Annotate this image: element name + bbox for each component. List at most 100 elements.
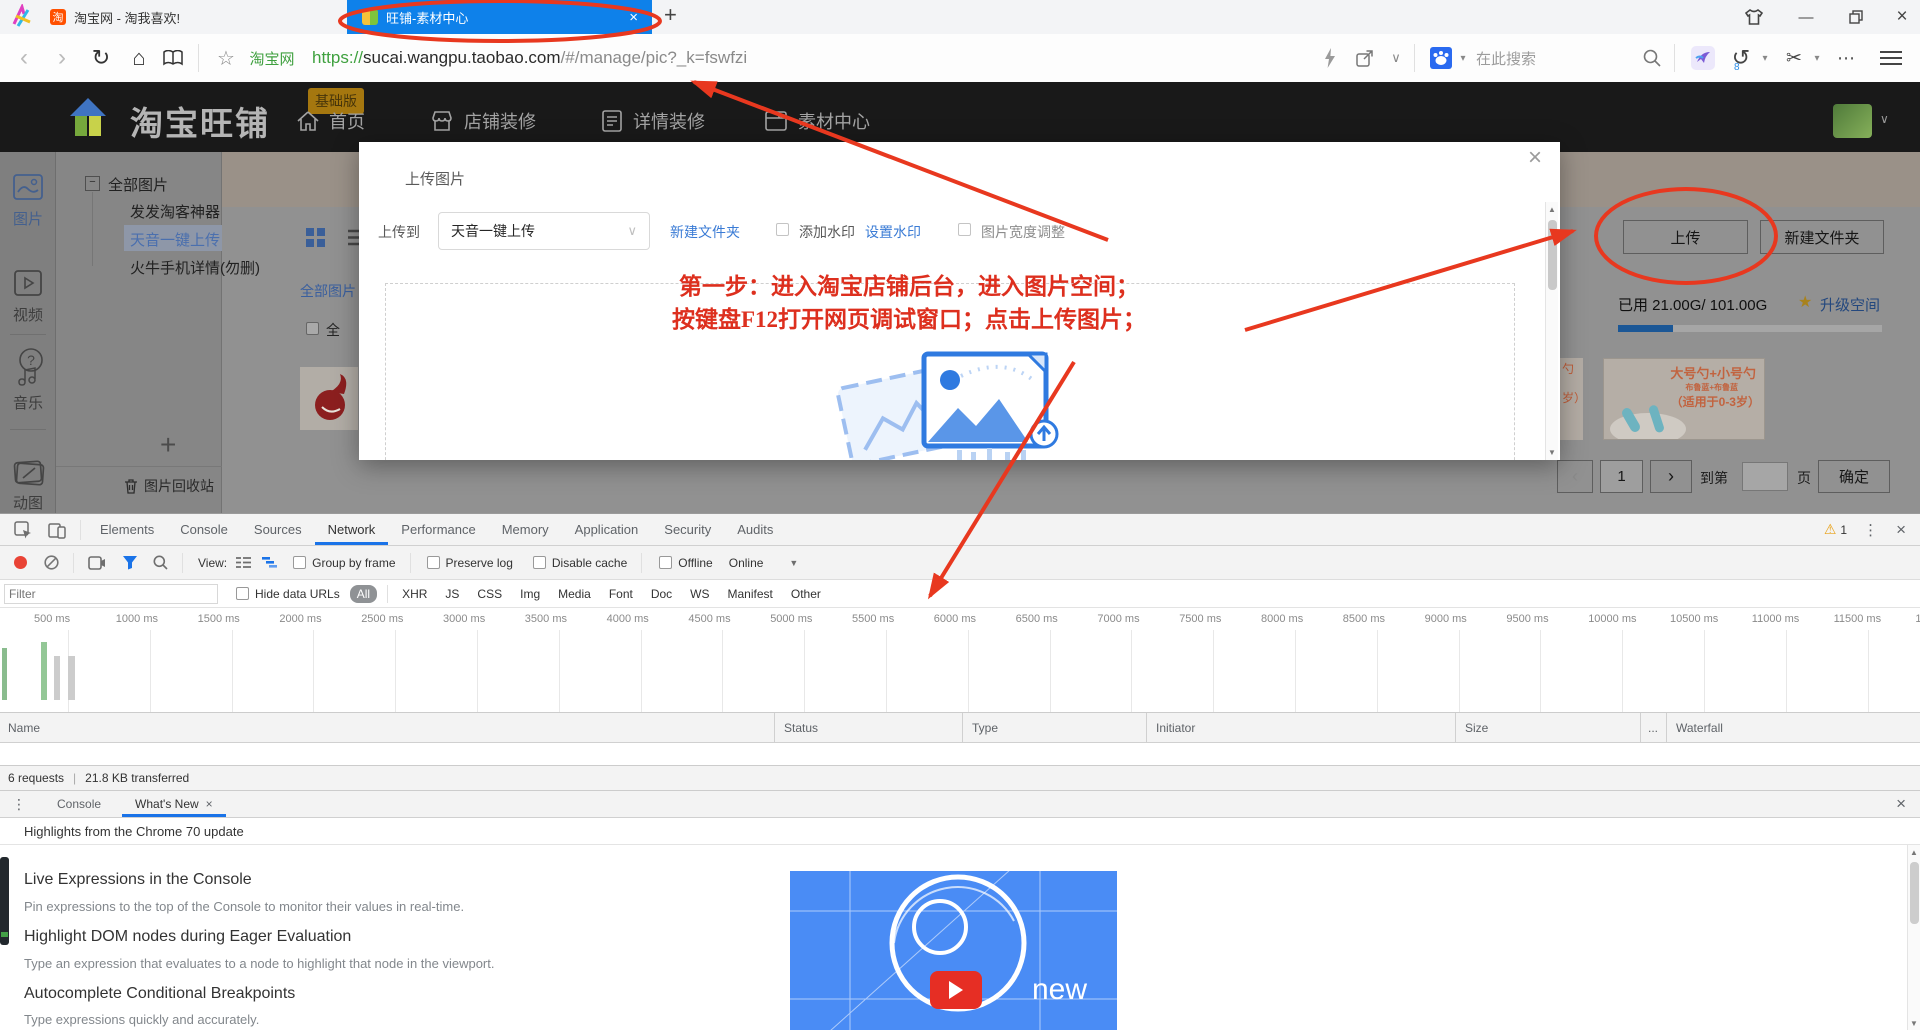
whats-new-item-title[interactable]: Highlight DOM nodes during Eager Evaluat… [24,928,351,946]
disable-cache-checkbox[interactable] [533,556,546,569]
tab-elements[interactable]: Elements [87,514,167,545]
grid-view-icon[interactable] [306,228,325,247]
upgrade-space-link[interactable]: 升级空间 [1820,294,1880,315]
search-input[interactable]: 在此搜索 [1476,34,1626,82]
search-go-icon[interactable] [1638,34,1666,82]
whats-new-item-title[interactable]: Live Expressions in the Console [24,871,252,889]
pager-next-button[interactable]: › [1650,460,1692,493]
filter-type[interactable]: Doc [651,587,672,601]
offline-checkbox[interactable] [659,556,672,569]
main-menu-icon[interactable] [1874,34,1908,82]
col-waterfall[interactable]: Waterfall [1676,713,1723,742]
drawer-tab-console[interactable]: Console [44,791,114,817]
filter-type[interactable]: Font [609,587,633,601]
drawer-menu-icon[interactable]: ⋮ [12,796,26,813]
scissors-chevron-icon[interactable]: ▾ [1810,34,1824,82]
scroll-down-icon[interactable]: ▼ [1908,1019,1920,1028]
video-thumbnail[interactable]: new [790,871,1117,1030]
add-folder-button[interactable]: + [160,429,176,461]
tree-folder-active[interactable]: 天音一键上传 [130,229,220,250]
tree-root[interactable]: 全部图片 [108,174,168,195]
search-requests-icon[interactable] [153,555,168,570]
rail-item-music[interactable]: ? 音乐 [0,348,56,413]
drawer-close-icon[interactable]: × [1896,794,1906,814]
tab-network[interactable]: Network [315,514,389,545]
clear-button[interactable] [44,555,59,570]
minimize-button[interactable]: — [1786,0,1826,34]
pager-page-1[interactable]: 1 [1600,460,1643,493]
avatar[interactable] [1833,104,1872,138]
thumbnail-swan[interactable] [300,367,358,430]
view-waterfall-icon[interactable] [262,556,277,569]
product-card[interactable]: 大号勺+小号勺 布鲁蓝+布鲁蓝 （适用于0-3岁） [1603,358,1765,440]
watermark-checkbox[interactable] [776,223,789,236]
devtools-menu-icon[interactable]: ⋮ [1863,521,1878,539]
device-toolbar-icon[interactable] [40,521,74,539]
select-all-checkbox[interactable] [306,322,319,335]
pager-prev-button[interactable]: ‹ [1557,460,1593,493]
tab-sucai-center[interactable]: 旺铺-素材中心 × [347,0,652,34]
bookmark-star-icon[interactable]: ☆ [212,34,240,82]
tab-sources[interactable]: Sources [241,514,315,545]
view-list-icon[interactable] [236,556,251,569]
tab-security[interactable]: Security [651,514,724,545]
site-bookmark-label[interactable]: 淘宝网 [244,34,300,82]
filter-type[interactable]: XHR [402,587,427,601]
scroll-thumb[interactable] [1548,220,1557,290]
tree-folder[interactable]: 发发淘客神器 [130,201,220,222]
filter-type[interactable]: WS [690,587,709,601]
scroll-up-icon[interactable]: ▲ [1546,205,1558,214]
skin-button[interactable] [1734,0,1774,34]
tab-close-icon[interactable]: × [629,9,638,26]
col-more[interactable]: ... [1648,713,1658,742]
home-button[interactable]: ⌂ [124,34,154,82]
share-icon[interactable] [1352,34,1378,82]
avatar-chevron-icon[interactable]: ∨ [1880,112,1889,126]
scroll-down-icon[interactable]: ▼ [1546,448,1558,457]
throttling-chevron-icon[interactable]: ▼ [789,558,798,568]
filter-type[interactable]: Media [558,587,591,601]
whats-new-scrollbar[interactable]: ▲ ▼ [1907,845,1920,1030]
record-button[interactable] [14,556,27,569]
play-button-icon[interactable] [930,971,982,1009]
url-text[interactable]: https://sucai.wangpu.taobao.com/#/manage… [312,34,1012,82]
screenshot-scissors-icon[interactable]: ✂ [1780,34,1808,82]
flash-icon[interactable] [1318,34,1342,82]
drawer-tab-close-icon[interactable]: × [206,797,213,811]
nav-home[interactable]: 首页 [296,108,365,134]
undo-chevron-icon[interactable]: ▾ [1758,34,1772,82]
share-chevron-icon[interactable]: ∨ [1386,34,1406,82]
new-folder-button[interactable]: 新建文件夹 [1760,220,1884,254]
recycle-bin-item[interactable]: 图片回收站 [124,476,214,496]
dialog-scrollbar[interactable]: ▲ ▼ [1545,202,1558,460]
product-card-partial[interactable]: 勺 岁） [1560,358,1583,440]
more-tools-icon[interactable]: ⋯ [1832,34,1860,82]
reload-button[interactable]: ↻ [86,34,116,82]
rail-item-video[interactable]: 视频 [0,270,56,325]
pager-goto-input[interactable] [1742,462,1788,491]
back-button[interactable]: ‹ [10,34,38,82]
filter-type[interactable]: Img [520,587,540,601]
col-name[interactable]: Name [8,713,40,742]
scroll-up-icon[interactable]: ▲ [1908,848,1920,857]
tab-taobao-home[interactable]: 淘 淘宝网 - 淘我喜欢! [40,0,330,34]
upload-button[interactable]: 上传 [1623,220,1748,254]
warning-badge[interactable]: ⚠1 [1824,521,1847,538]
all-pictures-link[interactable]: 全部图片 [300,281,356,301]
tree-collapse-icon[interactable]: − [85,176,100,191]
rail-item-gif[interactable]: 动图 [0,458,56,513]
rail-item-pictures[interactable]: 图片 [0,174,56,229]
watermark-settings-link[interactable]: 设置水印 [865,222,921,242]
browser-logo-icon[interactable] [10,4,34,30]
pager-confirm-button[interactable]: 确定 [1818,460,1890,493]
filter-type[interactable]: Other [791,587,821,601]
devtools-close-icon[interactable]: × [1896,520,1906,540]
col-initiator[interactable]: Initiator [1156,713,1195,742]
preserve-log-checkbox[interactable] [427,556,440,569]
col-type[interactable]: Type [972,713,998,742]
search-engine-icon[interactable] [1428,34,1454,82]
tree-folder[interactable]: 火牛手机详情(勿删) [130,257,260,278]
filter-type-all[interactable]: All [350,585,377,603]
tab-console[interactable]: Console [167,514,241,545]
col-size[interactable]: Size [1465,713,1488,742]
